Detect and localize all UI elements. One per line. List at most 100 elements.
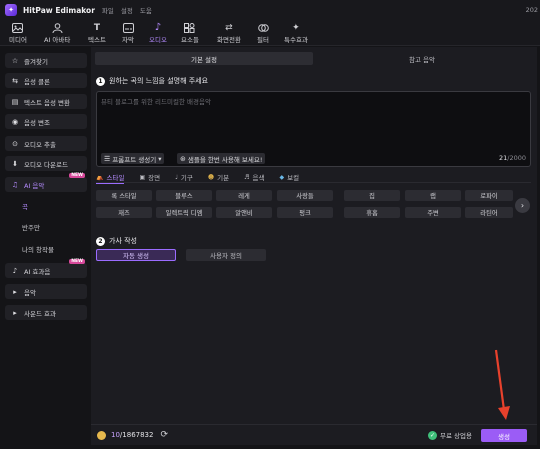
sidebar-item-label: 즐겨찾기 <box>24 57 48 66</box>
tool-subtitle-label: 자막 <box>122 36 134 44</box>
tool-filter-label: 필터 <box>257 36 269 44</box>
tab-style[interactable]: ⛺ 스타일 <box>96 171 125 184</box>
lyrics-custom-button[interactable]: 사용자 정의 <box>186 249 266 261</box>
sidebar-item-music[interactable]: ▸ 음악 <box>5 284 87 299</box>
style-chip[interactable]: 재즈 <box>96 207 152 218</box>
scene-icon: ▣ <box>139 173 146 181</box>
credits-total: /1867832 <box>119 431 154 439</box>
tool-media-label: 미디어 <box>9 36 27 44</box>
style-chip[interactable]: 록 스타일 <box>96 190 152 201</box>
menu-help[interactable]: 도움 <box>140 5 152 15</box>
sidebar-item-label: 오디오 다운로드 <box>24 160 68 169</box>
bottom-bar: 10/1867832 ⟳ ✓ 무료 상업용 생성 <box>91 424 537 445</box>
settings-tabs: 기본 설정 참고 음악 <box>95 52 531 65</box>
list-icon: ☰ <box>104 154 111 163</box>
sidebar-item-voice-clone[interactable]: ⇆ 음성 클론 <box>5 73 87 88</box>
tab-vocal[interactable]: ◆ 보컬 <box>279 171 299 183</box>
tool-avatar-label: AI 아바타 <box>44 36 71 44</box>
section-describe-text: 원하는 곡의 느낌을 설명해 주세요 <box>109 77 209 85</box>
tool-effects-label: 특수효과 <box>284 36 308 44</box>
download-icon: ⬇ <box>12 159 18 168</box>
style-chip[interactable]: 휴홉 <box>344 207 400 218</box>
generate-button[interactable]: 생성 <box>481 429 527 442</box>
prompt-input[interactable]: 뷰티 블로그를 위한 리드미컬한 배경음악 ☰ 프롬프트 생성기 ▾ ⊛ 샘플을… <box>96 91 531 167</box>
char-counter: 21/2000 <box>499 154 526 162</box>
tab-instrument-label: 기구 <box>180 174 193 182</box>
try-sample-button[interactable]: ⊛ 샘플을 한번 사용해 보세요! <box>177 153 266 164</box>
tts-icon: ▤ <box>11 97 19 106</box>
check-icon: ✓ <box>428 430 437 440</box>
sidebar-item-label: 음성 클론 <box>24 77 50 86</box>
style-chip[interactable]: 랩 <box>405 190 461 201</box>
sidebar-item-audio-download[interactable]: ⬇ 오디오 다운로드 <box>5 156 87 171</box>
tool-media[interactable]: 미디어 <box>9 22 27 44</box>
ai-sfx-icon: ♪ <box>12 266 18 275</box>
transition-icon: ⇄ <box>225 22 233 33</box>
chevron-right-icon[interactable]: › <box>515 198 530 213</box>
audio-icon: ♪ <box>154 22 162 33</box>
app-logo-icon: ✦ <box>5 4 17 16</box>
year-label: 202 <box>525 6 538 14</box>
style-chip[interactable]: 라틴어 <box>465 207 513 218</box>
extract-icon: ⊙ <box>12 139 18 148</box>
sidebar-item-sound-effects[interactable]: ▸ 사운드 효과 <box>5 305 87 320</box>
ai-music-icon: ♫ <box>11 180 19 189</box>
tab-vocal-label: 보컬 <box>287 174 300 182</box>
step-number: 1 <box>96 76 105 86</box>
tool-transition[interactable]: ⇄ 화면전환 <box>217 22 241 45</box>
title-bar: ✦ HitPaw Edimakor 파일 설정 도움 202 <box>0 0 540 20</box>
sidebar-item-label: AI 음악 <box>24 181 45 190</box>
sidebar: ☆ 즐겨찾기 ⇆ 음성 클론 ▤ 텍스트 음성 변환 ◉ 음성 변조 ⊙ 오디오… <box>0 47 90 449</box>
prompt-generator-label: 프롬프트 생성기 <box>112 155 157 164</box>
media-icon <box>12 22 24 33</box>
style-chip[interactable]: 레게 <box>216 190 272 201</box>
tab-reference-music[interactable]: 참고 음악 <box>313 52 531 65</box>
chevron-down-icon: ▾ <box>158 154 162 163</box>
credits-used: 10 <box>111 431 120 439</box>
tab-scene[interactable]: ▣ 장면 <box>139 171 160 183</box>
sidebar-item-favorites[interactable]: ☆ 즐겨찾기 <box>5 53 87 68</box>
refresh-icon[interactable]: ⟳ <box>160 430 168 440</box>
style-chip[interactable]: 주변 <box>405 207 461 218</box>
style-chip[interactable]: 집 <box>344 190 400 201</box>
style-chip[interactable]: 사랑들 <box>277 190 333 201</box>
tool-filter[interactable]: 필터 <box>257 22 269 44</box>
sidebar-item-ai-sfx[interactable]: ♪ AI 효과음 NEW <box>5 259 87 278</box>
sidebar-item-ai-music[interactable]: ♫ AI 음악 NEW <box>5 173 87 192</box>
play-icon: ▸ <box>13 287 17 296</box>
sidebar-item-label: 텍스트 음성 변환 <box>24 98 70 107</box>
style-chip[interactable]: 로파이 <box>465 190 513 201</box>
menu-settings[interactable]: 설정 <box>121 5 133 15</box>
tab-scene-label: 장면 <box>148 174 161 182</box>
tab-instrument[interactable]: ♩ 기구 <box>175 171 193 183</box>
play-icon: ▸ <box>13 308 17 317</box>
prompt-generator-button[interactable]: ☰ 프롬프트 생성기 ▾ <box>101 153 165 164</box>
tool-text[interactable]: T 텍스트 <box>88 22 106 45</box>
filter-icon <box>257 22 269 33</box>
sidebar-sub-my-creations[interactable]: 나의 창작물 <box>22 244 54 254</box>
new-badge: NEW <box>69 259 85 264</box>
lyrics-auto-button[interactable]: 자동 생성 <box>96 249 176 261</box>
style-chip[interactable]: 일렉트릭 디엠 <box>156 207 212 218</box>
menu-file[interactable]: 파일 <box>102 5 114 15</box>
tool-effects[interactable]: ✦ 특수효과 <box>284 22 308 45</box>
text-icon: T <box>93 22 101 33</box>
tool-avatar[interactable]: AI 아바타 <box>44 22 70 44</box>
free-commercial: ✓ 무료 상업용 <box>428 430 472 440</box>
tab-style-label: 스타일 <box>106 174 125 182</box>
style-chip[interactable]: 알앤비 <box>216 207 272 218</box>
subtitle-icon <box>122 22 134 33</box>
tool-elements[interactable]: 요소들 <box>181 22 199 44</box>
tab-mood[interactable]: ☻ 기분 <box>208 171 229 183</box>
sidebar-item-audio-extract[interactable]: ⊙ 오디오 추출 <box>5 136 87 151</box>
tool-subtitle[interactable]: 자막 <box>122 22 134 44</box>
tab-timbre[interactable]: ♬ 음색 <box>244 171 264 183</box>
style-chip[interactable]: 블루스 <box>156 190 212 201</box>
tab-basic-settings[interactable]: 기본 설정 <box>95 52 313 65</box>
sidebar-item-tts[interactable]: ▤ 텍스트 음성 변환 <box>5 94 87 109</box>
sidebar-item-voice-change[interactable]: ◉ 음성 변조 <box>5 114 87 129</box>
sidebar-sub-song[interactable]: 곡 <box>22 201 28 211</box>
style-chip[interactable]: 펑크 <box>277 207 333 218</box>
tool-audio[interactable]: ♪ 오디오 <box>146 22 170 49</box>
sidebar-sub-accompaniment[interactable]: 반주만 <box>22 222 40 232</box>
